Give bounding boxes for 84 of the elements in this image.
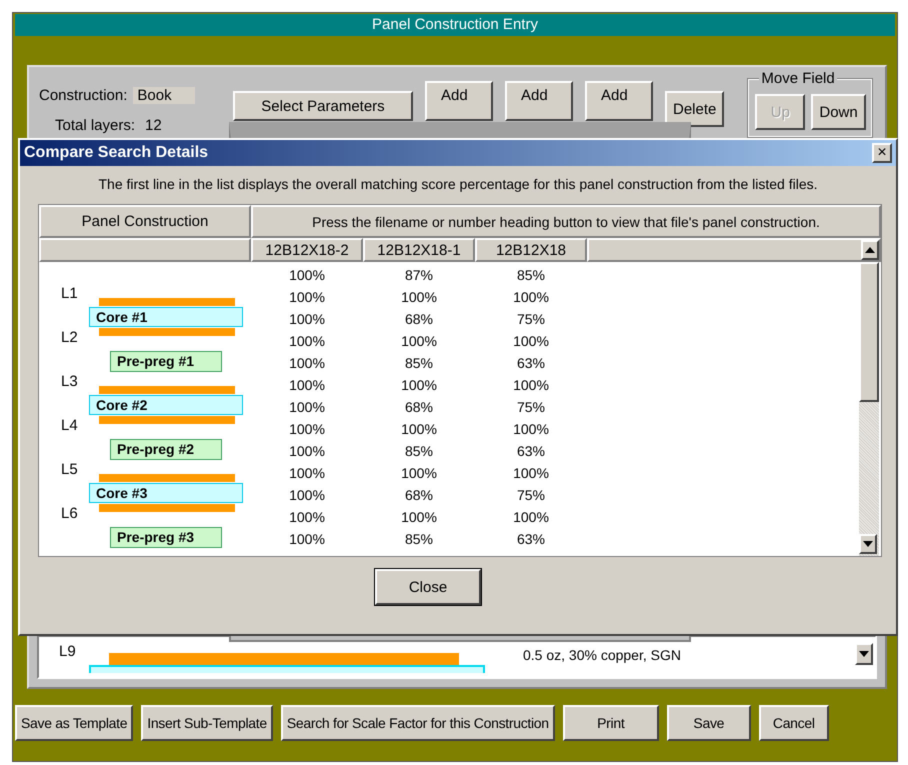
move-button[interactable]: Down <box>811 94 866 130</box>
file-heading-button[interactable]: 12B12X18-1 <box>363 238 475 262</box>
layer-label: L2 <box>61 329 78 346</box>
column-header[interactable]: Panel Construction <box>39 205 251 238</box>
scroll-down-icon[interactable] <box>859 534 877 554</box>
score-cell-text: 63% <box>516 443 546 459</box>
scroll-down-icon[interactable] <box>855 643 873 665</box>
score-cell-text: 75% <box>516 487 546 503</box>
score-cell-text: 100% <box>288 355 326 371</box>
prepreg-block: Pre-preg #3 <box>110 527 222 548</box>
layer-label: L4 <box>61 417 78 434</box>
score-cell-text: 100% <box>400 377 438 393</box>
core-block: Core #3 <box>89 483 243 503</box>
score-cell-text: 100% <box>400 421 438 437</box>
toolbar-button[interactable]: Add <box>425 81 493 121</box>
score-cell-text: 85% <box>404 531 434 547</box>
file-heading-button[interactable]: 12B12X18-2 <box>251 238 363 262</box>
score-cell-text: 100% <box>288 531 326 547</box>
score-cell-text: 100% <box>400 289 438 305</box>
score-cell-text: 100% <box>400 333 438 349</box>
score-cell-text: 100% <box>288 443 326 459</box>
core-block: Core #2 <box>89 395 243 415</box>
score-cell-text: 63% <box>516 531 546 547</box>
score-cell-text: 100% <box>512 465 550 481</box>
layer-label: L9 <box>59 643 76 660</box>
score-cell-text: 68% <box>404 399 434 415</box>
prepreg-block: Pre-preg #1 <box>110 351 222 372</box>
footer-button[interactable]: Insert Sub-Template <box>141 705 273 741</box>
layer-detail: 0.5 oz, 30% copper, SGN <box>523 647 681 663</box>
scrollbar[interactable] <box>859 262 879 556</box>
instruction-text: The first line in the list displays the overall matching score percentage for this panel construction from the listed files. <box>97 175 818 194</box>
score-cell-text: 100% <box>512 421 550 437</box>
layer-label: L6 <box>61 505 78 522</box>
score-cell-text: 100% <box>288 311 326 327</box>
score-cell-text: 68% <box>404 311 434 327</box>
score-cell-text: 85% <box>404 355 434 371</box>
total-layers-value: 12 <box>144 116 163 134</box>
score-cell-text: 100% <box>288 509 326 525</box>
score-cell-text: 100% <box>288 267 326 283</box>
footer-button[interactable]: Print <box>562 705 659 741</box>
footer-button[interactable]: Save as Template <box>15 705 134 741</box>
total-layers-label: Total layers: <box>55 116 136 134</box>
toolbar-button[interactable]: Add <box>505 81 573 121</box>
column-header: Press the filename or number heading button to view that file's panel construction. <box>251 205 881 238</box>
score-cell-text: 75% <box>516 399 546 415</box>
scroll-thumb[interactable] <box>859 262 879 402</box>
score-cell-text: 87% <box>404 267 434 283</box>
layer-label: L5 <box>61 461 78 478</box>
construction-label: Construction: <box>39 86 128 104</box>
score-cell-text: 85% <box>516 267 546 283</box>
window-title: Panel Construction Entry <box>15 14 895 36</box>
footer-button[interactable]: Cancel <box>758 705 829 741</box>
close-button[interactable]: × <box>872 143 892 163</box>
score-cell-text: 85% <box>404 443 434 459</box>
score-cell-text: 100% <box>288 421 326 437</box>
toolbar-button[interactable]: Add <box>585 81 653 121</box>
score-cell-text: 100% <box>288 487 326 503</box>
footer-button[interactable]: Save <box>666 705 751 741</box>
score-cell-text: 100% <box>288 399 326 415</box>
score-cell-text: 63% <box>516 355 546 371</box>
score-cell-text: 100% <box>512 333 550 349</box>
score-cell-text: 75% <box>516 311 546 327</box>
score-cell-text: 100% <box>512 289 550 305</box>
scroll-up-icon[interactable] <box>861 240 879 260</box>
score-cell-text: 100% <box>288 333 326 349</box>
score-cell-text: 100% <box>288 465 326 481</box>
layer-label: L1 <box>61 285 78 302</box>
toolbar-button[interactable]: Select Parameters <box>233 91 413 121</box>
prepreg-block: Pre-preg #2 <box>110 439 222 460</box>
dialog-title: Compare Search Details <box>24 144 208 162</box>
footer-button[interactable]: Search for Scale Factor for this Construction <box>280 705 555 741</box>
file-heading-button[interactable]: 12B12X18 <box>475 238 587 262</box>
score-cell-text: 100% <box>400 509 438 525</box>
score-cell-text: 68% <box>404 487 434 503</box>
toolbar-button[interactable]: Delete <box>665 91 724 127</box>
construction-value: Book <box>133 86 196 104</box>
score-cell-text: 100% <box>288 377 326 393</box>
score-cell-text: 100% <box>400 465 438 481</box>
core-block: Core #1 <box>89 307 243 327</box>
score-cell-text: 100% <box>512 377 550 393</box>
score-cell-text: 100% <box>288 289 326 305</box>
score-cell-text: 100% <box>512 509 550 525</box>
close-dialog-button[interactable]: Close <box>375 569 481 605</box>
layer-label: L3 <box>61 373 78 390</box>
